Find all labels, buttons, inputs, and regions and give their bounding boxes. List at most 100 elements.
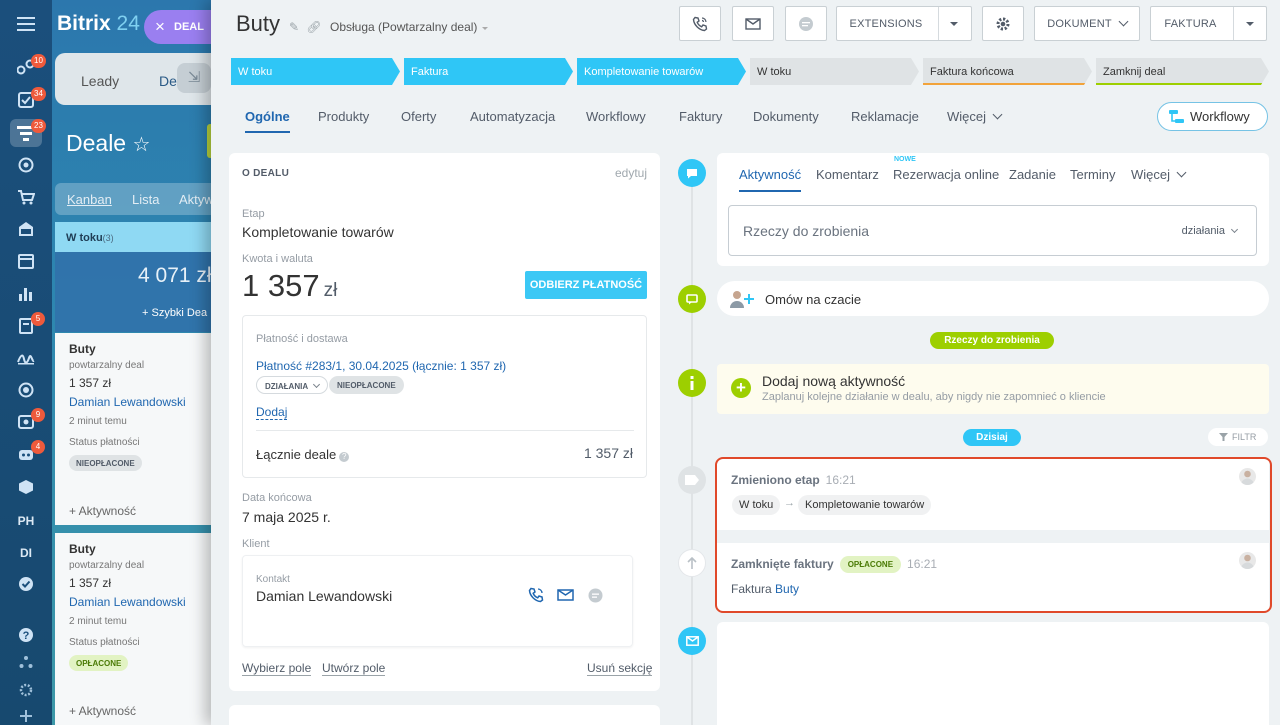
- rail-item-ph[interactable]: PH: [0, 514, 52, 528]
- quick-add-button[interactable]: + Szybki Dea: [142, 307, 207, 319]
- todo-section-label: Rzeczy do zrobienia: [930, 332, 1054, 349]
- stage-item[interactable]: Zamknij deal: [1096, 58, 1269, 85]
- payment-block: Płatność i dostawa Płatność #283/1, 30.0…: [242, 315, 647, 478]
- bg-tabs: Leady De ⇲: [55, 53, 220, 105]
- add-activity-block[interactable]: + Dodaj nową aktywność Zaplanuj kolejne …: [717, 364, 1269, 414]
- tab-wiecej[interactable]: Więcej: [947, 109, 1003, 124]
- menu-icon[interactable]: [16, 14, 36, 34]
- view-activity[interactable]: Aktyw: [179, 192, 214, 207]
- calendar-icon[interactable]: [16, 251, 36, 271]
- cart-icon[interactable]: [16, 187, 36, 207]
- create-field-link[interactable]: Utwórz pole: [322, 661, 386, 676]
- deal-close-button[interactable]: × DEAL: [144, 10, 220, 44]
- stage-value[interactable]: Kompletowanie towarów: [242, 224, 394, 240]
- phone-icon[interactable]: [528, 587, 544, 603]
- workflow-button[interactable]: Workflowy: [1157, 102, 1268, 131]
- help-icon[interactable]: ?: [16, 625, 36, 645]
- stage-item[interactable]: Faktura: [404, 58, 573, 85]
- add-payment-link[interactable]: Dodaj: [256, 405, 288, 420]
- stage-item[interactable]: Faktura końcowa: [923, 58, 1092, 85]
- invoice-button[interactable]: FAKTURA: [1150, 6, 1267, 41]
- chat-discussion[interactable]: Omów na czacie: [717, 281, 1269, 316]
- chat-button[interactable]: [785, 6, 827, 41]
- badge: 34: [31, 87, 46, 101]
- payment-link[interactable]: Płatność #283/1, 30.04.2025 (łącznie: 1 …: [256, 359, 506, 373]
- filter-icon: [1219, 433, 1228, 441]
- amount-value[interactable]: 1 357 zł: [242, 268, 337, 304]
- tab-workflowy[interactable]: Workflowy: [586, 109, 646, 124]
- tab-terminy[interactable]: Terminy: [1070, 167, 1116, 182]
- choose-field-link[interactable]: Wybierz pole: [242, 661, 312, 676]
- filter-button[interactable]: FILTR: [1208, 428, 1268, 446]
- card-activity[interactable]: + Aktywność: [69, 704, 136, 718]
- card-status-label: Status płatności: [69, 437, 140, 448]
- card-price: 1 357 zł: [69, 576, 112, 590]
- plus-icon: +: [731, 378, 751, 398]
- mail-icon[interactable]: [557, 589, 574, 601]
- tab-komentarz[interactable]: Komentarz: [816, 167, 879, 182]
- deal-tabs: Ogólne Produkty Oferty Automatyzacja Wor…: [211, 105, 1280, 135]
- todo-input[interactable]: Rzeczy do zrobienia działania: [728, 205, 1257, 256]
- delete-section-link[interactable]: Usuń sekcję: [587, 661, 653, 676]
- stage-item[interactable]: Kompletowanie towarów: [577, 58, 746, 85]
- link-icon[interactable]: 🔗︎: [306, 20, 321, 34]
- tab-oferty[interactable]: Oferty: [401, 109, 436, 124]
- email-button[interactable]: [732, 6, 774, 41]
- box-icon[interactable]: [16, 477, 36, 497]
- stage-item[interactable]: W toku: [231, 58, 400, 85]
- chevron-down-icon: [950, 22, 958, 30]
- card-activity[interactable]: + Aktywność: [69, 504, 136, 518]
- end-date-value[interactable]: 7 maja 2025 r.: [242, 509, 331, 525]
- view-lista[interactable]: Lista: [132, 192, 159, 207]
- receive-payment-button[interactable]: ODBIERZ PŁATNOŚĆ: [525, 271, 647, 299]
- edit-icon[interactable]: ✎: [289, 20, 299, 34]
- settings-icon[interactable]: [16, 680, 36, 700]
- settings-button[interactable]: [982, 6, 1024, 41]
- tab-reklamacje[interactable]: Reklamacje: [851, 109, 919, 124]
- collapse-icon[interactable]: ⇲: [177, 63, 211, 93]
- tab-dokumenty[interactable]: Dokumenty: [753, 109, 819, 124]
- actions-dropdown[interactable]: DZIAŁANIA: [256, 376, 329, 394]
- call-button[interactable]: [679, 6, 721, 41]
- view-kanban[interactable]: Kanban: [67, 192, 112, 207]
- chevron-down-icon: [992, 109, 1003, 120]
- tab-leady[interactable]: Leady: [81, 73, 119, 89]
- card-time: 2 minut temu: [69, 416, 127, 427]
- contact-name[interactable]: Damian Lewandowski: [256, 588, 392, 604]
- document-button[interactable]: DOKUMENT: [1034, 6, 1140, 41]
- card-contact[interactable]: Damian Lewandowski: [69, 395, 186, 409]
- status-badge: OPŁACONE: [69, 655, 129, 671]
- category-select[interactable]: Obsługa (Powtarzalny deal): [330, 20, 488, 34]
- actions-dropdown[interactable]: działania: [1182, 225, 1239, 237]
- check-circle-icon[interactable]: [16, 574, 36, 594]
- chat-label: Omów na czacie: [765, 292, 862, 307]
- tab-produkty[interactable]: Produkty: [318, 109, 369, 124]
- tab-zadanie[interactable]: Zadanie: [1009, 167, 1056, 182]
- chat-icon[interactable]: [588, 588, 603, 603]
- add-activity-subtitle: Zaplanuj kolejne działanie w dealu, aby …: [762, 391, 1106, 403]
- tab-wiecej-editor[interactable]: Więcej: [1131, 167, 1187, 182]
- rail-item-di[interactable]: DI: [0, 546, 52, 560]
- tab-ogolne[interactable]: Ogólne: [245, 109, 290, 133]
- tab-faktury[interactable]: Faktury: [679, 109, 722, 124]
- edit-link[interactable]: edytuj: [615, 166, 647, 180]
- add-icon[interactable]: [16, 706, 36, 725]
- extensions-button[interactable]: EXTENSIONS: [836, 6, 972, 41]
- signature-icon[interactable]: [16, 348, 36, 368]
- stage-item[interactable]: W toku: [750, 58, 919, 85]
- target-icon[interactable]: [16, 155, 36, 175]
- tag-icon: [678, 466, 706, 494]
- bank-icon[interactable]: [16, 219, 36, 239]
- tab-deale[interactable]: De: [159, 73, 177, 89]
- structure-icon[interactable]: [16, 652, 36, 672]
- tab-automatyzacja[interactable]: Automatyzacja: [470, 109, 555, 124]
- tab-rezerwacja[interactable]: Rezerwacja online: [893, 167, 999, 182]
- total-value: 1 357 zł: [583, 445, 633, 461]
- card-contact[interactable]: Damian Lewandowski: [69, 595, 186, 609]
- tab-aktywnosc[interactable]: Aktywność: [739, 167, 802, 192]
- deal-title[interactable]: Buty: [236, 11, 280, 37]
- kanban-card[interactable]: Buty powtarzalny deal 1 357 zł Damian Le…: [55, 533, 220, 725]
- analytics-icon[interactable]: [16, 284, 36, 304]
- kanban-card[interactable]: Buty powtarzalny deal 1 357 zł Damian Le…: [55, 333, 220, 525]
- sites-icon[interactable]: [16, 380, 36, 400]
